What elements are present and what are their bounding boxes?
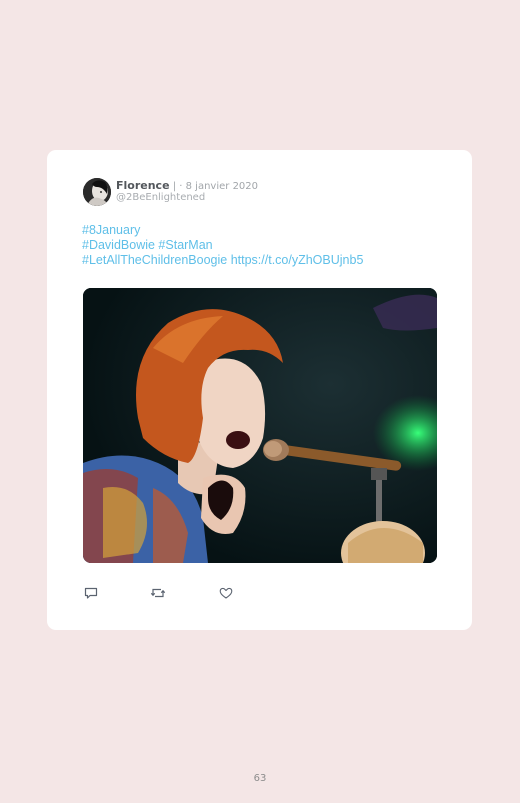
avatar-image bbox=[83, 178, 111, 206]
avatar[interactable] bbox=[83, 178, 111, 206]
tweet-media[interactable] bbox=[83, 288, 437, 563]
author-separator: | bbox=[169, 181, 180, 192]
author-handle[interactable]: @2BeEnlightened bbox=[116, 192, 205, 204]
heart-icon bbox=[219, 587, 233, 599]
like-button[interactable] bbox=[218, 585, 234, 601]
speech-bubble-icon bbox=[84, 587, 98, 599]
author-line: Florence | · 8 janvier 2020 bbox=[116, 179, 258, 193]
page-number: 63 bbox=[253, 773, 267, 784]
tweet-text: #8January #DavidBowie #StarMan #LetAllTh… bbox=[82, 223, 442, 268]
hashtag-line-2[interactable]: #DavidBowie #StarMan bbox=[82, 238, 442, 253]
hashtag-line-1[interactable]: #8January bbox=[82, 223, 442, 238]
tweet-date[interactable]: · 8 janvier 2020 bbox=[179, 181, 258, 192]
reply-button[interactable] bbox=[83, 585, 99, 601]
singer-video-still bbox=[83, 288, 437, 563]
hashtag-link-line-3[interactable]: #LetAllTheChildrenBoogie https://t.co/yZ… bbox=[82, 253, 442, 268]
author-name[interactable]: Florence bbox=[116, 179, 170, 192]
retweet-arrows-icon bbox=[150, 588, 166, 598]
tweet-card: Florence | · 8 janvier 2020 @2BeEnlighte… bbox=[47, 150, 472, 630]
retweet-button[interactable] bbox=[150, 585, 166, 601]
